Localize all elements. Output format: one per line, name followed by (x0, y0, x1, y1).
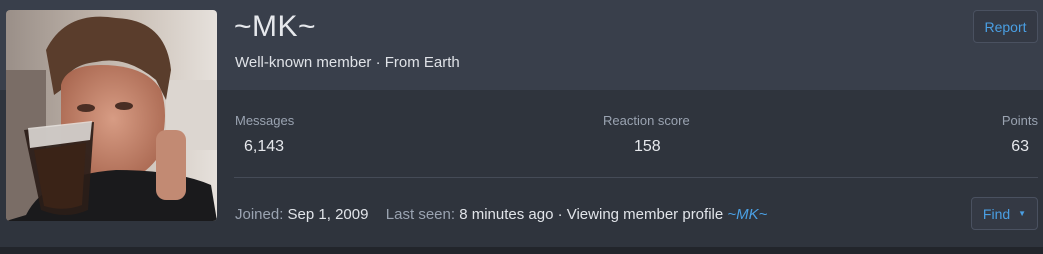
stats-divider (234, 177, 1038, 178)
member-username: ~MK~ (234, 10, 317, 43)
caret-down-icon: ▼ (1018, 209, 1027, 218)
stat-label-points: Points (1001, 113, 1038, 128)
member-card: ~MK~ Well-known member · From Earth Repo… (0, 0, 1043, 247)
joined-label: Joined: (235, 206, 284, 223)
last-seen-profile-link[interactable]: ~MK~ (727, 206, 767, 223)
last-seen-label: Last seen: (385, 206, 456, 223)
find-button[interactable]: Find ▼ (971, 197, 1038, 230)
stat-value-messages[interactable]: 6,143 (244, 138, 284, 156)
member-subtitle: Well-known member · From Earth (235, 54, 460, 71)
find-button-label: Find (982, 205, 1011, 222)
card-bottom-edge (0, 247, 1043, 254)
avatar-image (6, 10, 217, 221)
member-footer: Joined: Sep 1, 2009 Last seen: 8 minutes… (235, 206, 767, 223)
report-button-label: Report (984, 18, 1027, 35)
report-button[interactable]: Report (973, 10, 1038, 43)
stat-label-messages: Messages (235, 113, 295, 128)
last-seen-value: 8 minutes ago · Viewing member profile (459, 206, 724, 223)
stat-value-points[interactable]: 63 (1011, 138, 1029, 156)
joined-date: Sep 1, 2009 (287, 206, 369, 223)
stat-label-reaction-score: Reaction score (603, 113, 690, 128)
stat-value-reaction-score[interactable]: 158 (634, 138, 661, 156)
avatar[interactable] (6, 10, 217, 221)
